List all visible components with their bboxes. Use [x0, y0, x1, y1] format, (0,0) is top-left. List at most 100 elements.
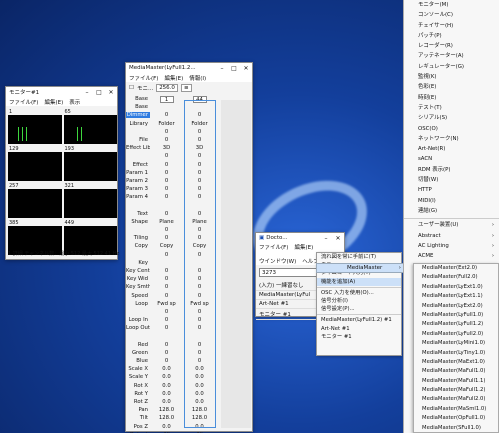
param-value-a[interactable]: 0.0 — [150, 424, 183, 430]
param-value-a[interactable]: 0.0 — [150, 374, 183, 380]
param-label[interactable]: Text — [126, 211, 150, 217]
submenu-item[interactable]: MediaMaster(SFull1.0) — [414, 424, 498, 433]
menu-item[interactable]: HTTP — [404, 185, 499, 195]
param-value-a[interactable]: 0.0 — [150, 399, 183, 405]
param-value-a[interactable]: 0 — [150, 276, 183, 282]
param-value-a[interactable]: 0 — [150, 309, 183, 315]
menu-item[interactable]: モニター(M) — [404, 0, 499, 10]
param-label[interactable]: Scale Y — [126, 374, 150, 380]
menu-button[interactable]: ≡ — [180, 83, 192, 92]
param-value-a[interactable]: 0.0 — [150, 391, 183, 397]
param-label[interactable]: File — [126, 137, 150, 143]
menu-item[interactable]: アッテネーター(A) — [404, 51, 499, 61]
submenu-item[interactable]: MediaMaster(MaSml1.0) — [414, 405, 498, 414]
menu-edit[interactable]: 編集(E) — [44, 98, 63, 106]
menu-item[interactable]: レコーダー(R) — [404, 41, 499, 51]
submenu-item[interactable]: MediaMaster(MaExt1.0) — [414, 358, 498, 367]
menu-item[interactable]: MediaMaster(LyFull1.2) #1 — [317, 316, 401, 324]
param-value-a[interactable]: 0 — [150, 194, 183, 200]
param-value-a[interactable]: 0 — [150, 268, 183, 274]
maximize-icon[interactable]: □ — [93, 89, 105, 96]
mm-titlebar[interactable]: MediaMaster(LyFull1.2... – □ ✕ — [126, 63, 252, 73]
menu-item[interactable]: RDM 表示(P) — [404, 165, 499, 175]
menu-item[interactable]: ユーザー装置(U) › — [404, 220, 499, 230]
menu-item[interactable]: 時刻(E) — [404, 93, 499, 103]
param-value-a[interactable]: 0 — [150, 350, 183, 356]
param-value-a[interactable]: Folder — [150, 121, 183, 127]
param-label[interactable]: Param 1 — [126, 170, 150, 176]
param-value-a[interactable]: 0 — [150, 137, 183, 143]
close-icon[interactable]: ✕ — [240, 65, 252, 72]
submenu-item[interactable]: MediaMaster(LyFull1.2) — [414, 320, 498, 329]
param-value-a[interactable]: 0.0 — [150, 366, 183, 372]
monitor-window[interactable]: モニター#1 – □ ✕ ファイル(F) 編集(E) 表示 1 65 129 1… — [5, 86, 119, 260]
submenu-item[interactable]: MediaMaster(LyExt1.0) — [414, 283, 498, 292]
param-label[interactable]: Scale X — [126, 366, 150, 372]
menu-item[interactable]: 連結(G) — [404, 206, 499, 216]
param-value-a[interactable]: 0 — [150, 186, 183, 192]
param-label[interactable]: Key — [126, 260, 150, 266]
monitor-titlebar[interactable]: モニター#1 – □ ✕ — [6, 87, 117, 97]
param-value-a[interactable]: 0.0 — [150, 383, 183, 389]
close-icon[interactable]: ✕ — [105, 89, 117, 96]
param-label[interactable]: Library — [126, 121, 150, 127]
submenu-item[interactable]: MediaMaster(OpFull1.0) — [414, 414, 498, 423]
submenu-item[interactable]: MediaMaster(LyMini1.0) — [414, 339, 498, 348]
menu-item[interactable]: シリアル(S) — [404, 113, 499, 123]
param-label[interactable]: Red — [126, 342, 150, 348]
menu-file[interactable]: ファイル(F) — [259, 243, 288, 251]
param-value-a[interactable]: Plane — [150, 219, 183, 225]
param-label[interactable]: Loop In — [126, 317, 150, 323]
param-value-a[interactable]: 128.0 — [150, 407, 183, 413]
param-label[interactable]: Blue — [126, 358, 150, 364]
param-value-a[interactable]: 0 — [150, 342, 183, 348]
param-label[interactable]: Tiling — [126, 235, 150, 241]
submenu-item[interactable]: MediaMaster(LyFull2.0) — [414, 330, 498, 339]
monitor-cell[interactable]: 129 — [8, 146, 62, 181]
mediamaster-window[interactable]: MediaMaster(LyFull1.2... – □ ✕ ファイル(F) 編… — [125, 62, 253, 433]
param-value-a[interactable]: 0 — [150, 211, 183, 217]
monitor-cell[interactable]: 1 — [8, 109, 62, 144]
param-label[interactable]: Rot X — [126, 383, 150, 389]
menu-info[interactable]: 情報(I) — [189, 74, 206, 82]
param-label[interactable]: Key Wid — [126, 276, 150, 282]
param-value-a[interactable]: 0 — [150, 293, 183, 299]
menu-file[interactable]: ファイル(F) — [9, 98, 38, 106]
param-value-a[interactable]: 128.0 — [150, 415, 183, 421]
param-value-a[interactable]: 0 — [150, 129, 183, 135]
close-icon[interactable]: ✕ — [332, 235, 344, 242]
menu-item[interactable]: Abstract › — [404, 231, 499, 241]
monitor-cell[interactable]: 193 — [63, 146, 117, 181]
menu-item[interactable]: パッチ(P) — [404, 31, 499, 41]
menu-item[interactable]: 監視(K) — [404, 72, 499, 82]
submenu-item[interactable]: MediaMaster(MaFull2.0) — [414, 395, 498, 404]
param-value-a[interactable]: 0 — [150, 252, 183, 258]
param-label[interactable]: Speed — [126, 293, 150, 299]
param-label[interactable]: Loop — [126, 301, 150, 307]
param-label[interactable]: Rot Z — [126, 399, 150, 405]
param-value-a[interactable]: 0 — [150, 153, 183, 159]
param-value-a[interactable]: 0 — [150, 162, 183, 168]
param-value-a[interactable]: 3D — [150, 145, 183, 151]
menu-item[interactable]: Art-Net(R) — [404, 144, 499, 154]
menu-item[interactable]: チェイサー(H) — [404, 21, 499, 31]
param-value-a[interactable]: 0 — [150, 227, 183, 233]
submenu-item[interactable]: MediaMaster(Ext2.0) — [414, 264, 498, 273]
minimize-icon[interactable]: – — [81, 89, 93, 96]
submenu-item[interactable]: MediaMaster(LyExt2.0) — [414, 302, 498, 311]
param-label[interactable]: Key Cent — [126, 268, 150, 274]
param-label[interactable]: Rot Y — [126, 391, 150, 397]
menu-item[interactable]: MIDI(I) — [404, 196, 499, 206]
param-label[interactable]: Shape — [126, 219, 150, 225]
monitor-cell[interactable]: 321 — [63, 183, 117, 218]
menu-item[interactable]: 信号分析(I) — [317, 297, 401, 305]
menu-item[interactable]: ネットワーク(N) — [404, 134, 499, 144]
param-label[interactable]: Pan — [126, 407, 150, 413]
submenu-item[interactable]: MediaMaster(MaFull1.1) — [414, 377, 498, 386]
menu-item[interactable]: ACME › — [404, 251, 499, 261]
monitor-cell[interactable]: 257 — [8, 183, 62, 218]
menu-item[interactable]: AC Lighting › — [404, 241, 499, 251]
param-label[interactable]: Effect Lib — [126, 145, 150, 151]
monitor-cell[interactable]: 65 — [63, 109, 117, 144]
submenu-mediamaster[interactable]: MediaMaster › — [316, 263, 406, 273]
